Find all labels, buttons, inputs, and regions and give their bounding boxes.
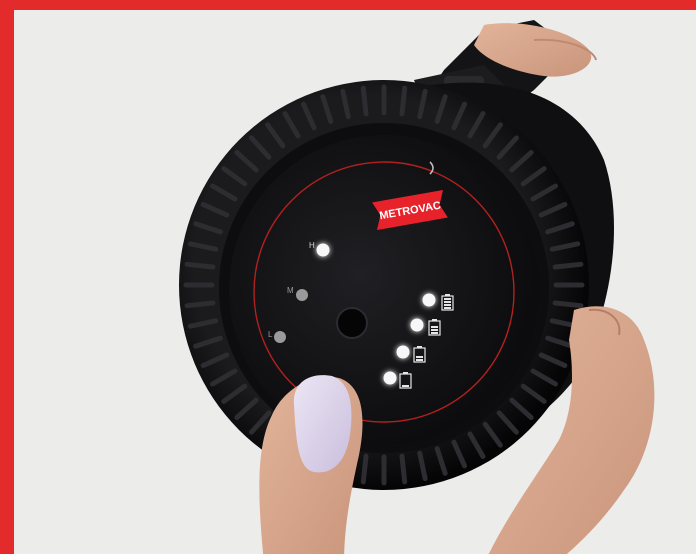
rim-ridge	[360, 453, 369, 485]
rim-ridge	[552, 261, 584, 270]
rim-ridge	[552, 300, 584, 309]
product-photo	[14, 10, 696, 554]
rim-ridge	[360, 85, 369, 117]
rim-ridge	[399, 453, 408, 485]
center-port	[336, 307, 368, 339]
photo-frame: METROVAC H M L	[0, 0, 696, 554]
rim-ridge	[184, 261, 216, 270]
control-panel	[229, 135, 539, 445]
rim-ridge	[184, 300, 216, 309]
rim-ridge	[399, 85, 408, 117]
